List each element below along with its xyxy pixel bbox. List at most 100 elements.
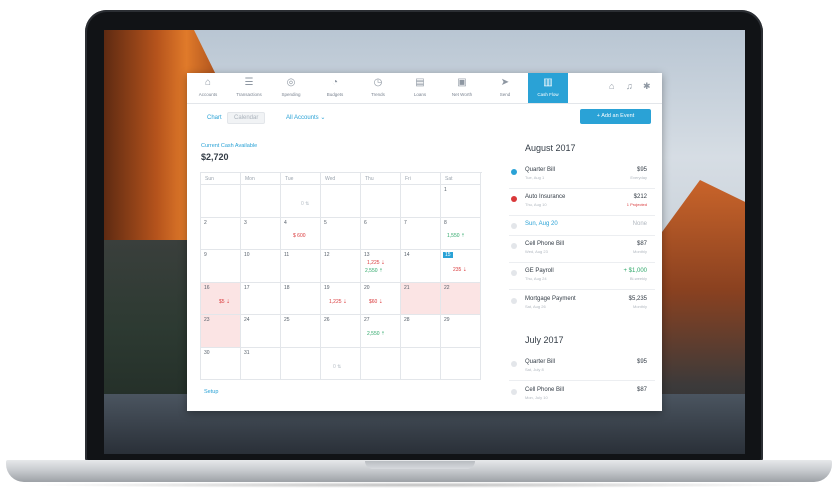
calendar-day-cell[interactable]: 6: [361, 217, 401, 250]
list-icon: ☰: [244, 77, 254, 88]
top-navigation: ⌂ Accounts ☰ Transactions ◎ Spending ◔ B…: [187, 73, 662, 104]
nav-budgets[interactable]: ◔ Budgets: [316, 73, 354, 103]
bell-icon[interactable]: ♫: [626, 81, 633, 91]
day-number: 23: [204, 317, 210, 323]
gear-icon[interactable]: ✱: [643, 81, 651, 92]
day-number: 31: [244, 349, 250, 356]
calendar-day-cell[interactable]: 11: [281, 250, 321, 283]
nav-cash-flow[interactable]: ▥ Cash Flow: [528, 73, 568, 103]
calendar-day-cell[interactable]: 5: [321, 217, 361, 250]
cash-flow-amount: 1,550 ⇡: [447, 232, 466, 239]
calendar-day-cell[interactable]: 25: [281, 315, 321, 348]
calendar-day-cell[interactable]: 3: [241, 217, 281, 250]
calendar-day-cell[interactable]: 14: [401, 250, 441, 283]
weekday-header: Fri: [401, 173, 441, 185]
calendar-day-cell[interactable]: 12: [321, 250, 361, 283]
briefcase-icon: ▣: [457, 77, 467, 88]
calendar-day-cell[interactable]: 9: [201, 250, 241, 283]
calendar-day-cell[interactable]: 23: [201, 315, 241, 348]
check-icon: [511, 169, 517, 175]
nav-transactions[interactable]: ☰ Transactions: [230, 73, 268, 103]
home-icon[interactable]: ⌂: [609, 81, 614, 91]
calendar-day-cell[interactable]: 2: [201, 217, 241, 250]
calendar-day-cell[interactable]: 18: [281, 282, 321, 315]
donut-icon: ◎: [286, 77, 296, 88]
day-number: 11: [284, 252, 290, 258]
calendar-day-cell[interactable]: 7: [401, 217, 441, 250]
event-item[interactable]: Sun, Aug 20 None: [509, 220, 651, 242]
calendar-day-cell[interactable]: [241, 185, 281, 218]
calendar-day-cell[interactable]: 21: [401, 282, 441, 315]
day-number: 5: [324, 219, 327, 226]
calendar-day-cell[interactable]: [401, 185, 441, 218]
event-item[interactable]: Cell Phone Bill Mon, July 10 $87: [509, 386, 651, 408]
nav-loans[interactable]: ▤ Loans: [401, 73, 439, 103]
calendar-day-cell[interactable]: [321, 185, 361, 218]
cash-available-label: Current Cash Available: [201, 143, 258, 149]
calendar-day-cell[interactable]: [201, 185, 241, 218]
calendar-day-cell[interactable]: 31: [241, 347, 281, 380]
event-frequency: Everyday: [630, 175, 647, 180]
setup-link[interactable]: Setup: [204, 389, 218, 395]
event-amount: $87: [636, 387, 647, 393]
nav-label: Cash Flow: [537, 92, 559, 97]
event-item[interactable]: Quarter Bill Tue, Aug 1 $95 Everyday: [509, 166, 651, 188]
weekday-header: Tue: [281, 173, 321, 185]
calendar-day-cell[interactable]: [441, 347, 481, 380]
day-number: 24: [244, 317, 250, 323]
calendar-day-cell[interactable]: [281, 347, 321, 380]
cash-flow-amount: 2,550 ⇡: [365, 268, 384, 274]
event-amount: None: [632, 221, 647, 227]
day-number: 2: [204, 219, 207, 226]
event-name: Quarter Bill: [525, 359, 556, 365]
nav-label: Net Worth: [451, 92, 473, 97]
calendar-day-cell[interactable]: 22: [441, 282, 481, 315]
calendar-day-cell[interactable]: [401, 347, 441, 380]
calendar-day-cell[interactable]: 30: [201, 347, 241, 380]
pie-icon: ◔: [331, 77, 339, 88]
calendar-day-cell[interactable]: [361, 185, 401, 218]
event-name: Auto Insurance: [525, 194, 566, 200]
event-item[interactable]: Quarter Bill Sat, July 8 $95: [509, 358, 651, 380]
divider: [509, 215, 655, 216]
event-item[interactable]: Cell Phone Bill Wed, Aug 23 $87 Monthly: [509, 240, 651, 262]
event-item[interactable]: Mortgage Payment Sat, Aug 26 $5,235 Mont…: [509, 295, 651, 317]
event-item[interactable]: GE Payroll Thu, Aug 24 + $1,000 Bi-weekl…: [509, 267, 651, 289]
cash-flow-amount: $60 ⇣: [369, 298, 383, 305]
nav-spending[interactable]: ◎ Spending: [272, 73, 310, 103]
day-number: 18: [284, 284, 290, 291]
calendar-day-cell[interactable]: 17: [241, 282, 281, 315]
calendar-day-cell[interactable]: 24: [241, 315, 281, 348]
circle-icon: [511, 270, 517, 276]
nav-trends[interactable]: ◷ Trends: [359, 73, 397, 103]
event-amount: $87: [636, 241, 647, 247]
nav-accounts[interactable]: ⌂ Accounts: [189, 73, 227, 103]
cash-flow-calendar: Sun Mon Tue Wed Thu Fri Sat 1 2 3 4 5 6 7 8 9 10 11 12 13 14…: [200, 172, 482, 380]
cash-flow-amount: 0 ⇅: [333, 363, 342, 370]
day-number: 22: [444, 284, 450, 291]
nav-send[interactable]: ➤ Send: [486, 73, 524, 103]
calendar-day-cell[interactable]: 26: [321, 315, 361, 348]
cash-flow-icon: ▥: [543, 77, 553, 88]
cash-flow-amount: 235 ⇣: [453, 267, 467, 273]
nav-label: Send: [499, 92, 511, 97]
accounts-dropdown[interactable]: All Accounts ⌄: [286, 112, 325, 124]
nav-net-worth[interactable]: ▣ Net Worth: [443, 73, 481, 103]
calendar-day-cell[interactable]: 29: [441, 315, 481, 348]
calendar-day-cell[interactable]: 13: [361, 250, 401, 283]
day-number: 3: [244, 219, 247, 226]
tab-calendar[interactable]: Calendar: [227, 112, 266, 124]
month-heading: July 2017: [525, 335, 564, 345]
weekday-header: Thu: [361, 173, 401, 185]
day-number: 15: [443, 252, 453, 258]
add-event-button[interactable]: + Add an Event: [580, 109, 651, 124]
event-item[interactable]: Auto Insurance Thu, Aug 10 $212 1 Projec…: [509, 193, 651, 215]
day-number: 4: [284, 219, 287, 226]
calendar-day-cell[interactable]: [361, 347, 401, 380]
calendar-day-cell[interactable]: 1: [441, 185, 481, 218]
divider: [509, 380, 655, 381]
calendar-day-cell[interactable]: 10: [241, 250, 281, 283]
tab-chart[interactable]: Chart: [201, 112, 228, 124]
calendar-day-cell[interactable]: 28: [401, 315, 441, 348]
event-date: Mon, July 10: [525, 395, 548, 400]
